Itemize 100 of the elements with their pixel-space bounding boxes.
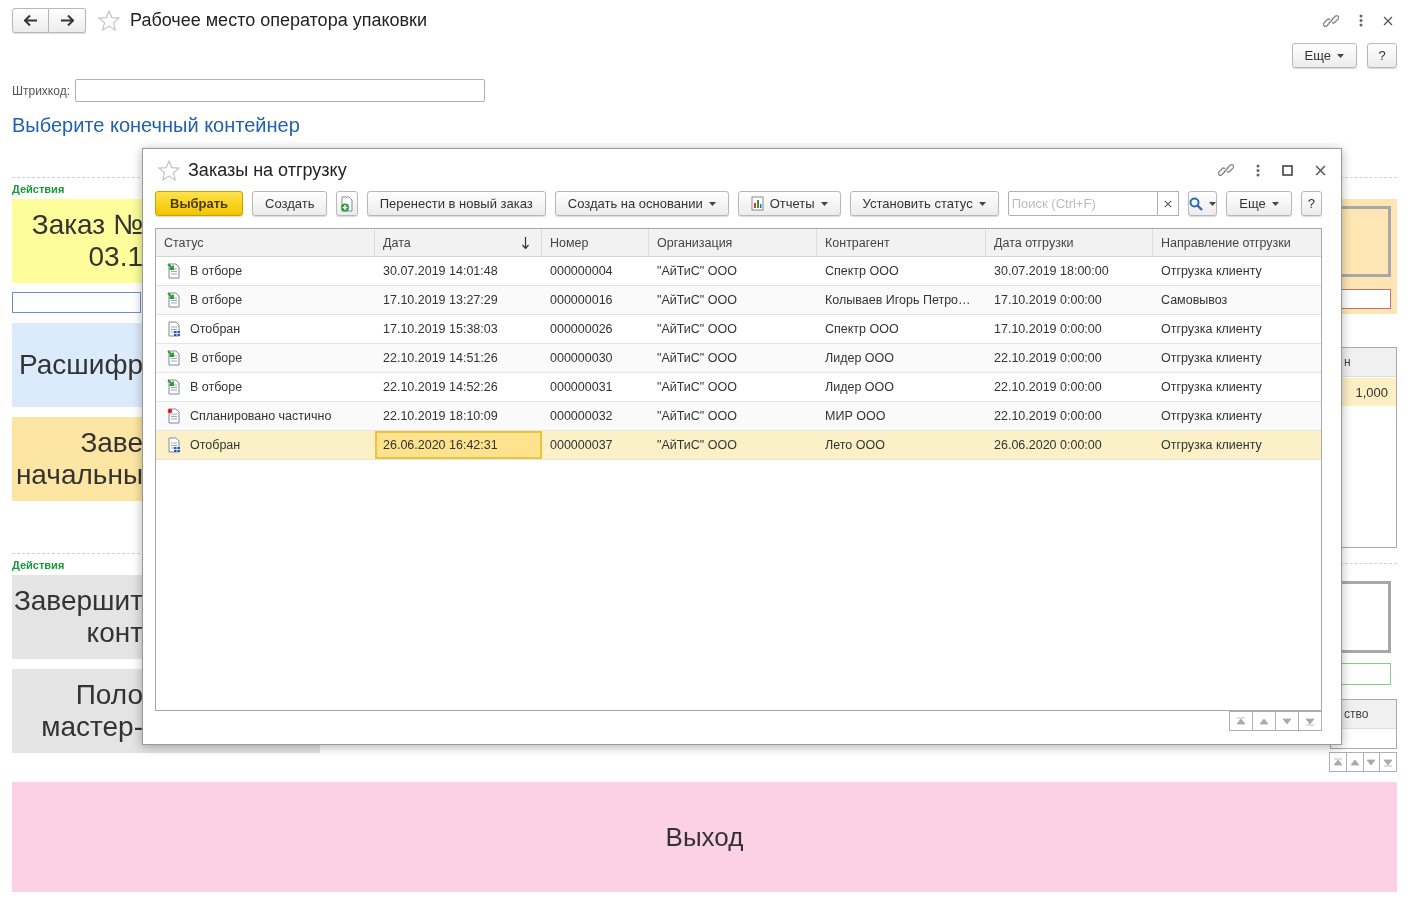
- table-cell: 26.06.2020 16:42:31: [375, 431, 542, 459]
- close-icon[interactable]: [1163, 199, 1172, 208]
- search-menu-button[interactable]: [1187, 191, 1218, 216]
- scroll-button[interactable]: [1229, 711, 1253, 731]
- table-cell-text: 000000004: [549, 263, 614, 280]
- add-document-button[interactable]: [336, 191, 358, 216]
- picked-document-icon: [167, 437, 181, 453]
- table-cell-text: "АйТиС" ООО: [656, 379, 738, 396]
- table-cell-text: Отгрузка клиенту: [1160, 437, 1263, 454]
- caret-icon: [1337, 53, 1344, 58]
- scroll-top-icon: [1332, 757, 1343, 767]
- scroll-button[interactable]: [1379, 752, 1397, 772]
- table-cell-text: Спектр ООО: [824, 321, 900, 338]
- sort-descending-icon: [522, 236, 529, 249]
- table-cell-text: 000000016: [549, 292, 614, 309]
- back-arrow-icon: [23, 15, 38, 26]
- table-cell-text: 17.10.2019 0:00:00: [993, 321, 1103, 338]
- scroll-up-icon: [1259, 716, 1269, 726]
- picking-document-icon: [167, 263, 181, 279]
- table-cell-text: Отгрузка клиенту: [1160, 263, 1263, 280]
- menu-button[interactable]: Еще: [1226, 191, 1292, 216]
- table-cell-text: 22.10.2019 18:10:09: [382, 408, 499, 425]
- input-field[interactable]: [12, 292, 141, 313]
- scroll-button[interactable]: [1329, 752, 1347, 772]
- scroll-down-icon: [1282, 716, 1292, 726]
- table-cell-text: 000000026: [549, 321, 614, 338]
- column-header[interactable]: Дата: [375, 229, 542, 256]
- dialog-title: Заказы на отгрузку: [188, 159, 347, 181]
- table-row[interactable]: Отобран 26.06.2020 16:42:31 000000037 "АйТиС" ООО Лето ООО 26.06.2020 0:00:00 Отгрузка клиенту: [156, 431, 1321, 460]
- table-cell-text: МИР ООО: [824, 408, 887, 425]
- field-label: Штрихкод:: [12, 83, 70, 98]
- table-cell: В отборе: [156, 373, 375, 401]
- table-cell-text: 30.07.2019 18:00:00: [993, 263, 1110, 280]
- scroll-up-icon: [1349, 757, 1360, 767]
- table-row[interactable]: Спланировано частично 22.10.2019 18:10:09 000000032 "АйТиС" ООО МИР ООО 22.10.2019 0:00:00 Отгрузка клиенту: [156, 402, 1321, 431]
- scroll-button[interactable]: [1298, 711, 1322, 731]
- reports-menu-button[interactable]: Отчеты: [737, 191, 841, 216]
- column-header[interactable]: Дата отгрузки: [986, 229, 1153, 256]
- link-icon[interactable]: [1323, 12, 1339, 29]
- table-cell-text: 17.10.2019 0:00:00: [993, 292, 1103, 309]
- section-heading: Выберите конечный контейнер: [12, 113, 301, 137]
- select-button[interactable]: Выбрать: [155, 191, 244, 216]
- picking-document-icon: [167, 350, 181, 366]
- table-cell-text: Отгрузка клиенту: [1160, 408, 1263, 425]
- table-cell-text: 000000031: [549, 379, 614, 396]
- section-label: Действия: [12, 559, 65, 571]
- table-cell: В отборе: [156, 344, 375, 372]
- toolbar-button[interactable]: ?: [1300, 191, 1322, 216]
- table-cell-text: 22.10.2019 14:52:26: [382, 379, 499, 396]
- table-cell-text: 30.07.2019 14:01:48: [382, 263, 499, 280]
- table-cell: Спланировано частично: [156, 402, 375, 430]
- table-cell-text: Лето ООО: [824, 437, 886, 454]
- add-document-icon: [340, 195, 355, 212]
- planned-document-icon: [167, 408, 181, 424]
- scroll-button[interactable]: [1275, 711, 1299, 731]
- column-header[interactable]: Контрагент: [817, 229, 986, 256]
- column-header[interactable]: Направление отгрузки: [1153, 229, 1322, 256]
- table-cell-text: "АйТиС" ООО: [656, 263, 738, 280]
- menu-button[interactable]: Установить статус: [849, 191, 999, 216]
- picking-document-icon: [167, 379, 181, 395]
- exit-button[interactable]: Выход: [12, 782, 1397, 892]
- clear-button[interactable]: [1157, 191, 1179, 216]
- toolbar-button[interactable]: Перенести в новый заказ: [366, 191, 546, 216]
- table-row[interactable]: В отборе 17.10.2019 13:27:29 000000016 "АйТиС" ООО Колываев Игорь Петро… 17.10.2019 0:00:00 Самовывоз: [156, 286, 1321, 315]
- column-header[interactable]: Номер: [542, 229, 649, 256]
- table-cell-text: "АйТиС" ООО: [656, 350, 738, 367]
- table-cell-text: 17.10.2019 15:38:03: [382, 321, 499, 338]
- table-cell-text: Самовывоз: [1160, 292, 1229, 309]
- more-menu-button[interactable]: Еще: [1291, 43, 1357, 68]
- table-cell: В отборе: [156, 286, 375, 314]
- table-cell: Отобран: [156, 431, 375, 459]
- menu-button[interactable]: Создать на основании: [554, 191, 729, 216]
- scroll-bottom-icon: [1305, 716, 1315, 726]
- column-header[interactable]: Статус: [156, 229, 375, 256]
- more-icon[interactable]: [1359, 14, 1363, 27]
- toolbar-button[interactable]: Создать: [252, 191, 328, 216]
- close-icon[interactable]: [1315, 164, 1326, 176]
- search-icon: [1188, 196, 1203, 211]
- table-cell: Отобран: [156, 315, 375, 343]
- forward-arrow-icon: [60, 15, 74, 26]
- close-icon[interactable]: [1383, 15, 1393, 26]
- maximize-icon[interactable]: [1282, 164, 1293, 176]
- scroll-button[interactable]: [1252, 711, 1276, 731]
- caret-icon: [708, 201, 716, 206]
- star-icon[interactable]: [98, 10, 120, 31]
- forward-button[interactable]: [49, 8, 86, 33]
- link-icon[interactable]: [1218, 162, 1234, 178]
- star-icon[interactable]: [158, 159, 180, 181]
- barcode-field[interactable]: [75, 79, 485, 102]
- table-cell-text: "АйТиС" ООО: [656, 437, 738, 454]
- table-cell-text: 22.10.2019 0:00:00: [993, 408, 1103, 425]
- table-cell-text: 26.06.2020 0:00:00: [993, 437, 1103, 454]
- help-button[interactable]: ?: [1367, 43, 1397, 68]
- caret-icon: [1208, 201, 1216, 206]
- search-field[interactable]: Поиск (Ctrl+F): [1007, 191, 1158, 216]
- table-cell-text: Лидер ООО: [824, 350, 896, 367]
- back-button[interactable]: [12, 8, 49, 33]
- more-icon[interactable]: [1256, 163, 1260, 177]
- column-header[interactable]: Организация: [649, 229, 817, 256]
- table-row[interactable]: В отборе 22.10.2019 14:51:26 000000030 "АйТиС" ООО Лидер ООО 22.10.2019 0:00:00 Отгрузка клиенту: [156, 344, 1321, 373]
